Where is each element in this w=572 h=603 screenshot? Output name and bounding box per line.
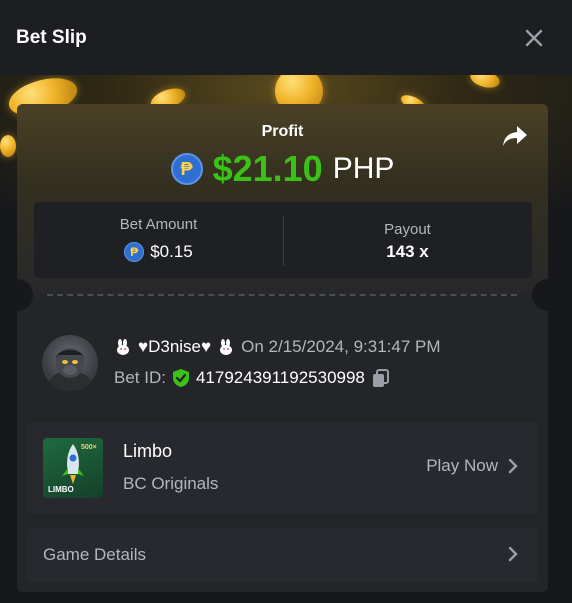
copy-icon[interactable] (371, 368, 391, 388)
user-line: ♥D3nise♥ On 2/15/2024, 9:31:47 PM (114, 337, 441, 357)
play-now-button[interactable]: Play Now (426, 456, 518, 476)
bet-amount-label: Bet Amount (119, 216, 198, 233)
bet-amount-value-row: ₱ $0.15 (34, 242, 283, 262)
bet-date: On 2/15/2024, 9:31:47 PM (241, 337, 441, 356)
bet-amount-stat: Bet Amount ₱ $0.15 (34, 202, 283, 278)
bet-slip-card: Profit ₱ $21.10 PHP Bet Amount ₱ $0.15 P… (17, 104, 548, 592)
share-button[interactable] (501, 124, 529, 150)
payout-stat: Payout 143 x (283, 202, 532, 278)
close-button[interactable] (522, 26, 546, 50)
game-thumb-badge: 500× (81, 444, 97, 451)
shield-check-icon (172, 369, 189, 387)
gold-coin-decoration (0, 135, 16, 157)
gold-coin-decoration (468, 75, 502, 91)
rabbit-icon (220, 339, 233, 355)
profit-label: Profit (261, 123, 304, 140)
chevron-right-icon (508, 458, 518, 474)
payout-value: 143 x (386, 242, 429, 261)
bet-id-line: Bet ID: 417924391192530998 (114, 368, 391, 388)
page-title: Bet Slip (16, 26, 87, 48)
peso-coin-icon: ₱ (124, 242, 145, 262)
bet-amount-value: $0.15 (150, 242, 193, 261)
game-details-label: Game Details (43, 545, 146, 564)
profit-row: ₱ $21.10 PHP (17, 148, 548, 190)
bet-id-value: 417924391192530998 (195, 368, 365, 387)
user-info: ♥D3nise♥ On 2/15/2024, 9:31:47 PM Bet ID… (17, 330, 548, 391)
bet-stats: Bet Amount ₱ $0.15 Payout 143 x (34, 202, 532, 278)
game-name: Limbo (123, 441, 173, 461)
peso-coin-icon: ₱ (170, 153, 203, 185)
username[interactable]: ♥D3nise♥ (138, 337, 211, 357)
profit-value: $21.10 (212, 148, 323, 189)
close-icon[interactable] (525, 29, 543, 47)
bet-slip-header: Bet Slip (0, 0, 572, 75)
chevron-right-icon (508, 546, 518, 562)
avatar[interactable] (42, 335, 98, 391)
ticket-divider (47, 294, 517, 296)
game-thumb-label: LIMBO (48, 485, 74, 494)
game-provider: BC Originals (123, 474, 219, 493)
gorilla-avatar-icon (48, 348, 92, 391)
payout-value-row: 143 x (283, 242, 532, 262)
game-details-row[interactable]: Game Details (27, 528, 538, 582)
payout-label: Payout (384, 221, 431, 238)
play-now-label: Play Now (426, 456, 498, 475)
share-icon[interactable] (501, 124, 529, 150)
bet-id-label: Bet ID: (114, 368, 166, 387)
rabbit-icon (117, 339, 129, 355)
game-row[interactable]: 500× LIMBO Limbo BC Originals Play Now (27, 422, 538, 514)
game-thumbnail[interactable]: 500× LIMBO (43, 438, 103, 498)
profit-currency: PHP (332, 152, 395, 185)
